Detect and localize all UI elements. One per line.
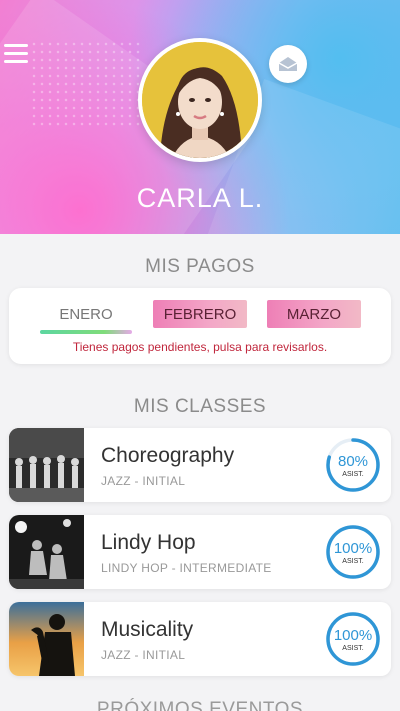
- attendance-label: ASIST.: [342, 471, 364, 478]
- class-thumbnail: [9, 428, 84, 502]
- attendance-ring: 100% ASIST.: [325, 524, 381, 580]
- month-febrero[interactable]: FEBRERO: [153, 300, 247, 328]
- pending-payments-message[interactable]: Tienes pagos pendientes, pulsa para revi…: [9, 340, 391, 354]
- month-label: MARZO: [286, 305, 342, 323]
- envelope-icon: [278, 57, 298, 71]
- class-name: Choreography: [101, 444, 235, 467]
- month-label: ENERO: [59, 305, 113, 323]
- class-level: JAZZ - INITIAL: [101, 648, 186, 662]
- classes-title: MIS CLASSES: [133, 396, 267, 417]
- avatar[interactable]: [138, 38, 262, 162]
- class-thumbnail: [9, 515, 84, 589]
- mail-icon[interactable]: [269, 45, 307, 83]
- month-label: FEBRERO: [163, 305, 237, 323]
- class-name: Musicality: [101, 618, 194, 641]
- menu-icon[interactable]: [4, 44, 28, 64]
- attendance-percent: 80%: [337, 453, 369, 470]
- class-card-lindy-hop[interactable]: Lindy Hop LINDY HOP - INTERMEDIATE 100% …: [9, 515, 391, 589]
- header-dot-pattern: [30, 40, 140, 130]
- attendance-ring: 100% ASIST.: [325, 611, 381, 667]
- user-name: CARLA L.: [136, 183, 264, 213]
- events-title: PRÓXIMOS EVENTOS: [96, 699, 304, 711]
- month-enero[interactable]: ENERO: [40, 300, 132, 334]
- attendance-label: ASIST.: [342, 645, 364, 652]
- class-thumbnail: [9, 602, 84, 676]
- attendance-percent: 100%: [333, 627, 373, 644]
- class-name: Lindy Hop: [101, 531, 196, 554]
- class-card-choreography[interactable]: Choreography JAZZ - INITIAL 80% ASIST.: [9, 428, 391, 502]
- payments-title: MIS PAGOS: [145, 256, 255, 277]
- payments-card: ENERO FEBRERO MARZO Tienes pagos pendien…: [9, 288, 391, 364]
- attendance-percent: 100%: [333, 540, 373, 557]
- avatar-photo: [142, 42, 258, 158]
- month-paid-indicator: [40, 330, 132, 334]
- class-level: JAZZ - INITIAL: [101, 474, 186, 488]
- attendance-label: ASIST.: [342, 558, 364, 565]
- attendance-ring: 80% ASIST.: [325, 437, 381, 493]
- class-card-musicality[interactable]: Musicality JAZZ - INITIAL 100% ASIST.: [9, 602, 391, 676]
- class-level: LINDY HOP - INTERMEDIATE: [101, 561, 272, 575]
- month-marzo[interactable]: MARZO: [267, 300, 361, 328]
